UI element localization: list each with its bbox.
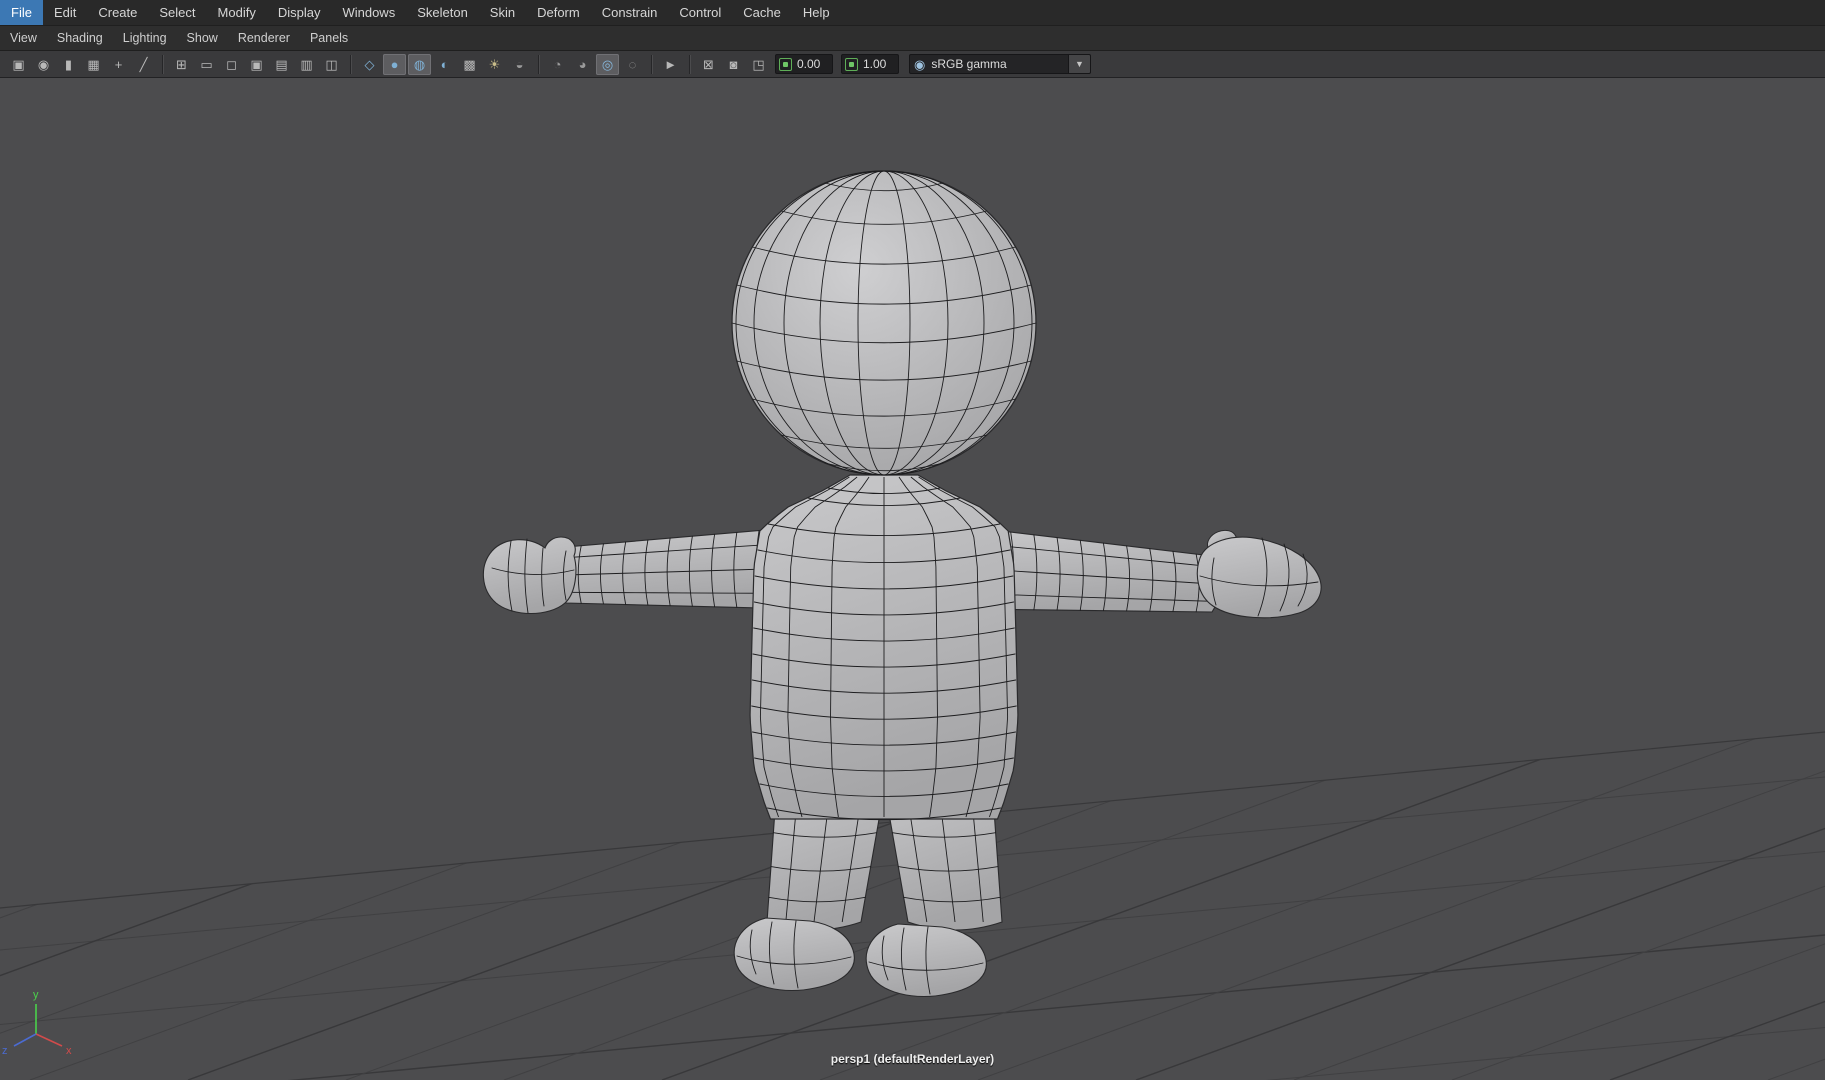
menu-modify[interactable]: Modify [207, 0, 267, 25]
depth-of-field-icon[interactable]: ◙ [722, 54, 745, 75]
film-gate-icon[interactable]: ▭ [195, 54, 218, 75]
exposure-icon [779, 57, 792, 71]
menu-control[interactable]: Control [668, 0, 732, 25]
motion-blur-icon[interactable]: ◌ [621, 54, 644, 75]
screen-space-ao-icon[interactable]: ◎ [596, 53, 619, 75]
toolbar-separator [689, 54, 690, 74]
view-transform-dropdown-arrow[interactable]: ▼ [1069, 54, 1091, 74]
menu-cache[interactable]: Cache [732, 0, 792, 25]
axis-x-label: x [66, 1045, 72, 1057]
gamma-field[interactable]: 1.00 [841, 54, 899, 74]
menu-windows[interactable]: Windows [331, 0, 406, 25]
safe-title-icon[interactable]: ◫ [320, 54, 343, 75]
left-hand [482, 536, 577, 614]
torso [749, 474, 1019, 821]
grease-pencil-icon[interactable]: ╱ [132, 54, 155, 75]
gamma-value[interactable]: 1.00 [863, 57, 891, 71]
axis-z-label: z [2, 1045, 8, 1057]
menu-edit[interactable]: Edit [43, 0, 87, 25]
menu-help[interactable]: Help [792, 0, 841, 25]
gate-mask-icon[interactable]: ▣ [245, 54, 268, 75]
panel-menu-show[interactable]: Show [177, 26, 228, 50]
menu-display[interactable]: Display [267, 0, 332, 25]
isolate-select-icon[interactable]: ► [659, 54, 682, 75]
toolbar-separator [162, 54, 163, 74]
menu-select[interactable]: Select [148, 0, 206, 25]
menu-skin[interactable]: Skin [479, 0, 526, 25]
wireframe-display-icon[interactable]: ◇ [358, 54, 381, 75]
select-camera-tool-icon[interactable]: ▣ [7, 54, 30, 75]
viewport[interactable]: yxz persp1 (defaultRenderLayer) [0, 78, 1825, 1080]
menu-create[interactable]: Create [87, 0, 148, 25]
toolbar-separator [350, 54, 351, 74]
viewport-scene: y x z [0, 78, 1825, 1080]
maya-window: File Edit Create Select Modify Display Windows… [0, 0, 1825, 1080]
use-default-material-icon[interactable]: ▩ [458, 54, 481, 75]
resolution-gate-icon[interactable]: ◻ [220, 54, 243, 75]
textured-display-icon[interactable]: ◐ [433, 54, 456, 75]
field-chart-icon[interactable]: ▤ [270, 54, 293, 75]
camera-attributes-icon[interactable]: ◉ [32, 54, 55, 75]
lighting-toggle-icon[interactable]: ☀ [483, 54, 506, 75]
xray-display-icon[interactable]: ◔ [546, 54, 569, 75]
exposure-value[interactable]: 0.00 [797, 57, 825, 71]
toolbar-separator [651, 54, 652, 74]
menu-skeleton[interactable]: Skeleton [406, 0, 479, 25]
toolbar-separator [538, 54, 539, 74]
bookmark-camera-icon[interactable]: ▮ [57, 54, 80, 75]
display-toolbar-groups: ▣ ◉ ▮ ▦ + ╱ ⊞ ▭ ◻ ▣ ▤ ▥ ◫ ◇ ● ◍ ◐ ▩ ☀ ◒ ◔ ◕ ◎ ◌ ► ⊠ ◙ ◳ [6, 53, 771, 75]
smooth-shade-all-icon[interactable]: ● [383, 53, 406, 75]
wireframe-on-shaded-icon[interactable]: ◍ [408, 53, 431, 75]
2d-pan-zoom-icon[interactable]: + [107, 54, 130, 75]
view-transform-icon: ◉ [914, 56, 926, 72]
axis-y-label: y [33, 989, 39, 1001]
panel-menu-view[interactable]: View [0, 26, 47, 50]
panel-menu-panels[interactable]: Panels [300, 26, 358, 50]
menu-constrain[interactable]: Constrain [591, 0, 669, 25]
in-view-messages-icon[interactable]: ◳ [747, 54, 770, 75]
menu-file[interactable]: File [0, 0, 43, 25]
panel-menu-lighting[interactable]: Lighting [113, 26, 177, 50]
head [731, 170, 1037, 476]
menu-bar: File Edit Create Select Modify Display Windows… [0, 0, 1825, 26]
multisampling-icon[interactable]: ⊠ [697, 54, 720, 75]
shadows-toggle-icon[interactable]: ◒ [508, 54, 531, 75]
exposure-field[interactable]: 0.00 [775, 54, 833, 74]
view-transform-combo[interactable]: ◉ sRGB gamma [909, 54, 1069, 74]
panel-menu-shading[interactable]: Shading [47, 26, 113, 50]
panel-toolbar: ▣ ◉ ▮ ▦ + ╱ ⊞ ▭ ◻ ▣ ▤ ▥ ◫ ◇ ● ◍ ◐ ▩ ☀ ◒ ◔ ◕ ◎ ◌ ► ⊠ ◙ ◳ 0.00 1.00 ◉… [0, 51, 1825, 78]
safe-action-icon[interactable]: ▥ [295, 54, 318, 75]
image-plane-icon[interactable]: ▦ [82, 54, 105, 75]
panel-menu-renderer[interactable]: Renderer [228, 26, 300, 50]
panel-menu-bar: View Shading Lighting Show Renderer Panels [0, 26, 1825, 51]
menu-deform[interactable]: Deform [526, 0, 591, 25]
gamma-icon [845, 57, 858, 71]
grid-toggle-icon[interactable]: ⊞ [170, 54, 193, 75]
xray-joints-icon[interactable]: ◕ [571, 54, 594, 75]
view-transform-value: sRGB gamma [931, 57, 1007, 71]
